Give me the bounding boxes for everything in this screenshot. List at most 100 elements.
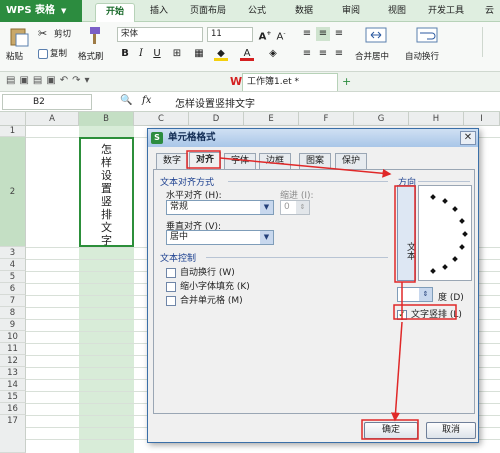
cut-button[interactable]: ✂ 剪切 (38, 27, 71, 41)
doc-tab[interactable]: 工作簿1.et * (242, 73, 338, 91)
tab-protection[interactable]: 保护 (335, 153, 368, 169)
app-menu-button[interactable]: WPS 表格 ▼ (0, 0, 82, 22)
column-header[interactable]: E (244, 112, 299, 126)
copy-button[interactable]: 复制 (38, 47, 67, 59)
tab-border[interactable]: 边框 (259, 153, 292, 169)
format-painter-icon[interactable] (85, 26, 103, 46)
format-painter-button[interactable]: 格式刷 (78, 50, 104, 62)
font-color-icon[interactable]: A (240, 47, 254, 61)
tab-data[interactable]: 数据 (285, 3, 323, 22)
tab-formulas[interactable]: 公式 (238, 3, 276, 22)
spinner-icon: ⇕ (419, 288, 432, 301)
font-family-select[interactable]: 宋体 (117, 27, 203, 42)
select-all-corner[interactable] (0, 112, 26, 126)
indent-stepper[interactable]: 0 ⇕ (280, 200, 310, 215)
degree-stepper[interactable]: ⇕ (397, 287, 433, 302)
row-header[interactable]: 6 (0, 283, 26, 295)
increase-font-icon[interactable]: A+ (258, 27, 272, 42)
borders-icon[interactable]: ⊞ (170, 47, 184, 61)
column-header[interactable]: H (409, 112, 464, 126)
row-header[interactable]: 15 (0, 391, 26, 403)
align-right-icon[interactable]: ≡ (332, 47, 346, 61)
name-box[interactable]: B2 (2, 94, 92, 110)
paste-icon[interactable] (8, 27, 30, 47)
tab-pattern[interactable]: 图案 (299, 153, 332, 169)
tab-review[interactable]: 审阅 (332, 3, 370, 22)
row-header[interactable]: 9 (0, 319, 26, 331)
tab-view[interactable]: 视图 (378, 3, 416, 22)
shrink-label: 缩小字体填充 (K) (180, 282, 250, 292)
row-header[interactable]: 13 (0, 367, 26, 379)
cell-char: 置 (101, 182, 112, 195)
row-header[interactable]: 16 (0, 403, 26, 415)
tab-home[interactable]: 开始 (95, 3, 136, 22)
align-bottom-icon[interactable]: ≡ (332, 27, 346, 41)
row-header[interactable]: 7 (0, 295, 26, 307)
halign-select[interactable]: 常规 ▼ (166, 200, 274, 215)
vertical-text-checkbox-row[interactable]: ✓ 文字竖排 (L) (397, 307, 462, 320)
dialog-title-bar[interactable]: S 单元格格式 ✕ (148, 129, 478, 147)
fill-color-icon[interactable]: ◆ (214, 47, 228, 61)
cancel-button[interactable]: 取消 (426, 422, 476, 439)
zoom-icon[interactable]: 🔍 (120, 95, 132, 106)
column-header[interactable]: G (354, 112, 409, 126)
decrease-font-icon[interactable]: A- (274, 27, 288, 42)
row-header[interactable]: 12 (0, 355, 26, 367)
wrap-checkbox[interactable] (166, 267, 176, 278)
vertical-text-button[interactable]: 文本 (397, 185, 416, 281)
column-header[interactable]: F (299, 112, 354, 126)
align-top-icon[interactable]: ≡ (300, 27, 314, 41)
tab-alignment[interactable]: 对齐 (189, 152, 222, 169)
row-header[interactable]: 17 (0, 415, 26, 453)
merge-checkbox-row[interactable]: 合并单元格 (M) (166, 293, 243, 306)
merge-small-icon[interactable]: ▦ (192, 47, 206, 61)
format-cells-dialog: S 单元格格式 ✕ 数字 对齐 字体 边框 图案 保护 文本对齐方式 水平对齐 … (147, 128, 479, 443)
align-middle-icon[interactable]: ≡ (316, 27, 330, 41)
tab-font[interactable]: 字体 (224, 153, 257, 169)
column-header[interactable]: A (26, 112, 79, 126)
wrap-checkbox-row[interactable]: 自动换行 (W) (166, 265, 235, 278)
merge-center-icon[interactable] (365, 25, 387, 45)
underline-icon[interactable]: U (150, 47, 164, 61)
cell-b2[interactable]: 怎 样 设 置 竖 排 文 字 (79, 137, 134, 247)
clear-format-icon[interactable]: ◈ (266, 47, 280, 61)
italic-icon[interactable]: I (134, 47, 148, 61)
column-header[interactable]: I (464, 112, 500, 126)
row-header[interactable]: 5 (0, 271, 26, 283)
ok-button[interactable]: 确定 (364, 422, 418, 439)
tab-insert[interactable]: 插入 (140, 3, 178, 22)
row-header[interactable]: 3 (0, 247, 26, 259)
tab-developer[interactable]: 开发工具 (418, 3, 474, 22)
align-center-icon[interactable]: ≡ (316, 47, 330, 61)
merge-checkbox[interactable] (166, 295, 176, 306)
row-header[interactable]: 10 (0, 331, 26, 343)
wrap-text-button[interactable]: 自动换行 (405, 50, 439, 62)
row-header[interactable]: 4 (0, 259, 26, 271)
shrink-checkbox-row[interactable]: 缩小字体填充 (K) (166, 279, 250, 292)
row-header[interactable]: 2 (0, 137, 26, 247)
fx-label[interactable]: fx (142, 95, 151, 106)
column-header[interactable]: D (189, 112, 244, 126)
bold-icon[interactable]: B (118, 47, 132, 61)
new-tab-icon[interactable]: + (342, 75, 351, 88)
quick-access-icons[interactable]: ▤▣▤▣↶↷▾ (6, 75, 94, 86)
close-icon[interactable]: ✕ (460, 131, 476, 145)
column-header[interactable]: B (79, 112, 134, 126)
column-header[interactable]: C (134, 112, 189, 126)
align-left-icon[interactable]: ≡ (300, 47, 314, 61)
tab-number[interactable]: 数字 (156, 153, 189, 169)
vertical-text-checkbox[interactable]: ✓ (397, 309, 407, 320)
font-size-select[interactable]: 11 (207, 27, 253, 42)
tab-cloud[interactable]: 云 (475, 3, 500, 22)
wrap-text-icon[interactable] (416, 25, 438, 45)
row-header[interactable]: 14 (0, 379, 26, 391)
tab-page-layout[interactable]: 页面布局 (180, 3, 236, 22)
valign-select[interactable]: 居中 ▼ (166, 230, 274, 245)
paste-button[interactable]: 粘贴 (6, 50, 23, 62)
row-header[interactable]: 8 (0, 307, 26, 319)
shrink-checkbox[interactable] (166, 281, 176, 292)
formula-content[interactable]: 怎样设置竖排文字 (175, 95, 255, 110)
row-header[interactable]: 11 (0, 343, 26, 355)
row-header[interactable]: 1 (0, 126, 26, 137)
merge-center-button[interactable]: 合并居中 (355, 50, 389, 62)
